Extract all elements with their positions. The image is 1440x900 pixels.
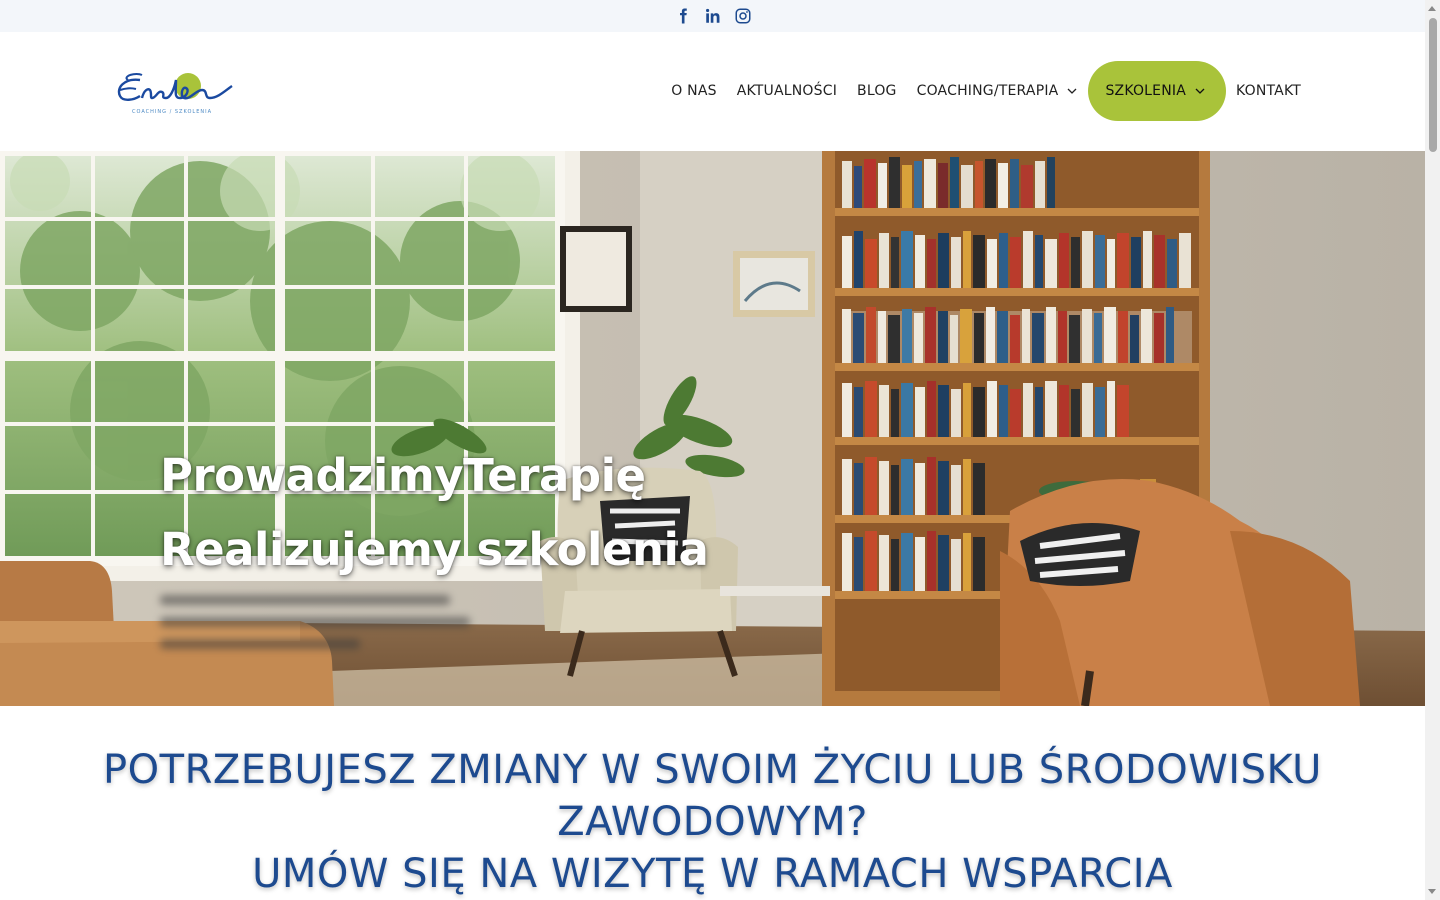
- nav-label: AKTUALNOŚCI: [736, 83, 838, 99]
- headline-line3: UMÓW SIĘ NA WIZYTĘ W RAMACH WSPARCIA: [252, 851, 1173, 897]
- hero-title-line2: Realizujemy szkolenia: [160, 523, 709, 576]
- nav-item-coaching-terapia[interactable]: COACHING/TERAPIA: [907, 61, 1089, 121]
- hero-banner: ProwadzimyTerapię Realizujemy szkolenia: [0, 151, 1425, 706]
- nav-item-kontakt[interactable]: KONTAKT: [1226, 61, 1311, 121]
- scroll-down-arrow-icon[interactable]: [1428, 889, 1436, 894]
- nav-label: BLOG: [857, 83, 897, 99]
- facebook-icon[interactable]: [674, 7, 692, 25]
- hero-blurred-text: [160, 595, 480, 661]
- nav-item-szkolenia[interactable]: SZKOLENIA: [1088, 61, 1226, 121]
- chevron-down-icon: [1195, 88, 1205, 94]
- logo-tagline: COACHING / SZKOLENIA: [132, 109, 212, 115]
- headline-line1: POTRZEBUJESZ ZMIANY W SWOIM ŻYCIU LUB ŚR…: [103, 747, 1322, 793]
- page-scrollbar[interactable]: [1425, 0, 1440, 900]
- nav-label: O NAS: [671, 83, 717, 99]
- instagram-icon[interactable]: [734, 7, 752, 25]
- section-headline: POTRZEBUJESZ ZMIANY W SWOIM ŻYCIU LUB ŚR…: [0, 744, 1425, 900]
- page: COACHING / SZKOLENIA O NAS AKTUALNOŚCI B…: [0, 0, 1440, 900]
- nav-label: SZKOLENIA: [1105, 83, 1186, 99]
- social-bar: [0, 0, 1425, 32]
- nav-item-o-nas[interactable]: O NAS: [661, 61, 726, 121]
- nav-item-blog[interactable]: BLOG: [847, 61, 907, 121]
- linkedin-icon[interactable]: [704, 7, 722, 25]
- nav-label: COACHING/TERAPIA: [916, 83, 1059, 99]
- nav-label: KONTAKT: [1236, 83, 1301, 99]
- headline-line2: ZAWODOWYM?: [557, 799, 868, 845]
- hero-title-line1: ProwadzimyTerapię: [160, 449, 646, 502]
- site-logo[interactable]: COACHING / SZKOLENIA: [114, 66, 238, 118]
- scroll-up-arrow-icon[interactable]: [1428, 6, 1436, 11]
- site-header: COACHING / SZKOLENIA O NAS AKTUALNOŚCI B…: [0, 32, 1425, 151]
- scroll-thumb[interactable]: [1429, 18, 1437, 152]
- logo-graphic: COACHING / SZKOLENIA: [117, 72, 233, 115]
- nav-item-aktualnosci[interactable]: AKTUALNOŚCI: [727, 61, 847, 121]
- chevron-down-icon: [1067, 88, 1077, 94]
- main-nav: O NAS AKTUALNOŚCI BLOG COACHING/TERAPIA …: [661, 61, 1311, 121]
